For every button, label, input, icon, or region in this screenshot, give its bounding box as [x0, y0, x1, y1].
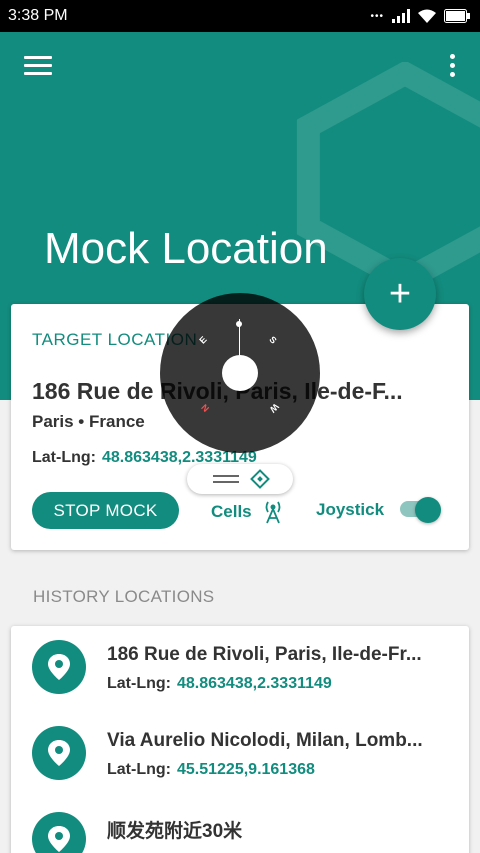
direction-label: E: [197, 334, 209, 346]
joystick-label: Joystick: [316, 500, 385, 519]
add-icon: +: [388, 272, 412, 315]
history-item[interactable]: Via Aurelio Nicolodi, Milan, Lomb... Lat…: [11, 712, 469, 798]
status-icons: •••: [370, 9, 470, 23]
history-item[interactable]: 顺发苑附近30米: [11, 798, 469, 853]
stop-mock-button[interactable]: STOP MOCK: [32, 492, 179, 529]
add-location-button[interactable]: +: [364, 258, 436, 330]
direction-label: S: [267, 334, 279, 346]
direction-label: W: [267, 401, 281, 415]
location-pin-icon: [32, 640, 86, 694]
location-pin-icon: [32, 812, 86, 853]
target-city-country: Paris • France: [32, 412, 145, 431]
joystick-indicator: [236, 321, 242, 327]
page-title: Mock Location: [44, 224, 328, 273]
more-vert-icon[interactable]: [448, 54, 456, 82]
history-list: 186 Rue de Rivoli, Paris, Ile-de-Fr... L…: [11, 626, 469, 853]
cells-label: Cells: [211, 502, 252, 521]
joystick-drag-handle[interactable]: [187, 464, 293, 494]
menu-icon[interactable]: [24, 56, 52, 80]
history-address: Via Aurelio Nicolodi, Milan, Lomb...: [107, 730, 423, 751]
signal-icon: [392, 9, 410, 23]
joystick-knob[interactable]: [222, 355, 258, 391]
latlng-value: 45.51225,9.161368: [176, 761, 315, 778]
diamond-icon[interactable]: [250, 469, 270, 489]
joystick-toggle-knob[interactable]: [415, 497, 441, 523]
history-address: 顺发苑附近30米: [107, 821, 243, 842]
dots-icon: •••: [370, 10, 384, 22]
history-header: HISTORY LOCATIONS: [33, 587, 215, 606]
latlng-label: Lat-Lng:: [32, 449, 96, 466]
history-latlng: Lat-Lng: 48.863438,2.3331149: [107, 675, 332, 693]
latlng-label: Lat-Lng:: [107, 761, 171, 778]
status-bar: 3:38 PM •••: [0, 0, 480, 32]
latlng-label: Lat-Lng:: [107, 675, 171, 692]
grip-icon[interactable]: [213, 471, 239, 487]
history-address: 186 Rue de Rivoli, Paris, Ile-de-Fr...: [107, 644, 422, 665]
battery-icon: [444, 9, 470, 23]
direction-label: N: [199, 402, 212, 414]
latlng-value: 48.863438,2.3331149: [176, 675, 332, 692]
history-latlng: Lat-Lng: 45.51225,9.161368: [107, 761, 315, 779]
cells-button[interactable]: Cells: [211, 500, 284, 524]
history-item[interactable]: 186 Rue de Rivoli, Paris, Ile-de-Fr... L…: [11, 626, 469, 712]
status-time: 3:38 PM: [8, 7, 68, 24]
joystick-overlay[interactable]: E S N W: [160, 293, 320, 453]
wifi-icon: [418, 9, 436, 23]
antenna-icon: [265, 501, 281, 524]
location-pin-icon: [32, 726, 86, 780]
